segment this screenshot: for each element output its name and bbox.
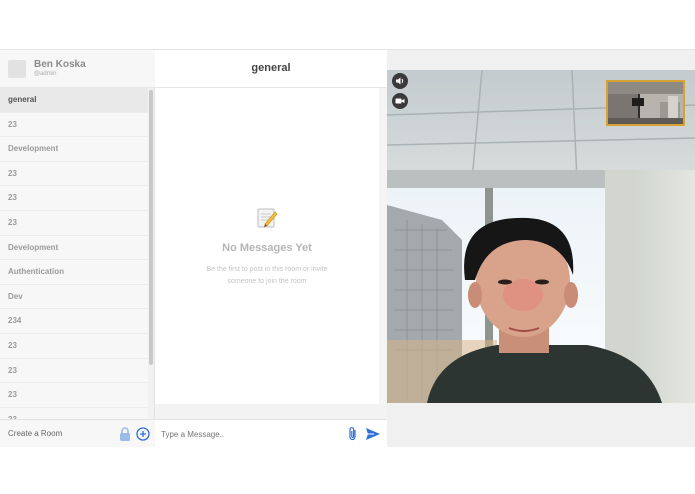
camera-icon[interactable] [392,93,408,109]
speaker-icon[interactable] [392,73,408,89]
message-scrollbar[interactable] [379,88,387,404]
video-panel [387,50,695,447]
chat-header: general [155,50,387,88]
empty-state-subtitle: Be the first to post in this room or inv… [206,266,328,285]
room-item[interactable]: 234 [0,309,148,334]
chat-panel: general No Messages Yet Be the first to … [155,50,387,447]
self-view-pip[interactable] [606,80,685,126]
room-item[interactable]: 23 [0,383,148,408]
message-composer [155,419,387,447]
room-item[interactable]: 23 [0,113,148,138]
paperclip-icon[interactable] [347,426,359,442]
user-profile[interactable]: Ben Koska @admin [0,50,155,88]
scrollbar-thumb[interactable] [149,90,153,365]
composer-divider [155,404,387,419]
message-area: No Messages Yet Be the first to post in … [155,88,379,404]
video-feed [387,70,695,403]
room-item[interactable]: Dev [0,285,148,310]
sidebar-footer: Create a Room [0,419,155,447]
room-item[interactable]: 23 [0,186,148,211]
room-list: general 23 Development 23 23 23 Development Aut… [0,88,148,419]
room-item[interactable]: 23 [0,334,148,359]
room-item[interactable]: 23 [0,359,148,384]
room-item[interactable]: Development [0,137,148,162]
create-room-link[interactable]: Create a Room [8,429,62,438]
room-item[interactable]: 23 [0,408,148,419]
lock-icon[interactable] [119,427,131,441]
memo-icon [257,208,278,228]
empty-state-title: No Messages Yet [222,242,312,254]
avatar [8,60,26,78]
message-input[interactable] [161,425,341,443]
plus-circle-icon[interactable] [136,427,150,441]
sidebar: Ben Koska @admin general 23 Development 23 2… [0,50,155,447]
room-item[interactable]: 23 [0,162,148,187]
app: Ben Koska @admin general 23 Development 23 2… [0,49,695,447]
user-handle: @admin [34,71,57,77]
room-item[interactable]: general [0,88,148,113]
send-icon[interactable] [365,427,381,441]
room-item[interactable]: 23 [0,211,148,236]
user-name: Ben Koska [34,59,86,70]
room-item[interactable]: Development [0,236,148,261]
self-view-frame [608,82,683,124]
room-title: general [251,62,291,74]
room-item[interactable]: Authentication [0,260,148,285]
room-list-scrollbar[interactable] [148,88,154,419]
